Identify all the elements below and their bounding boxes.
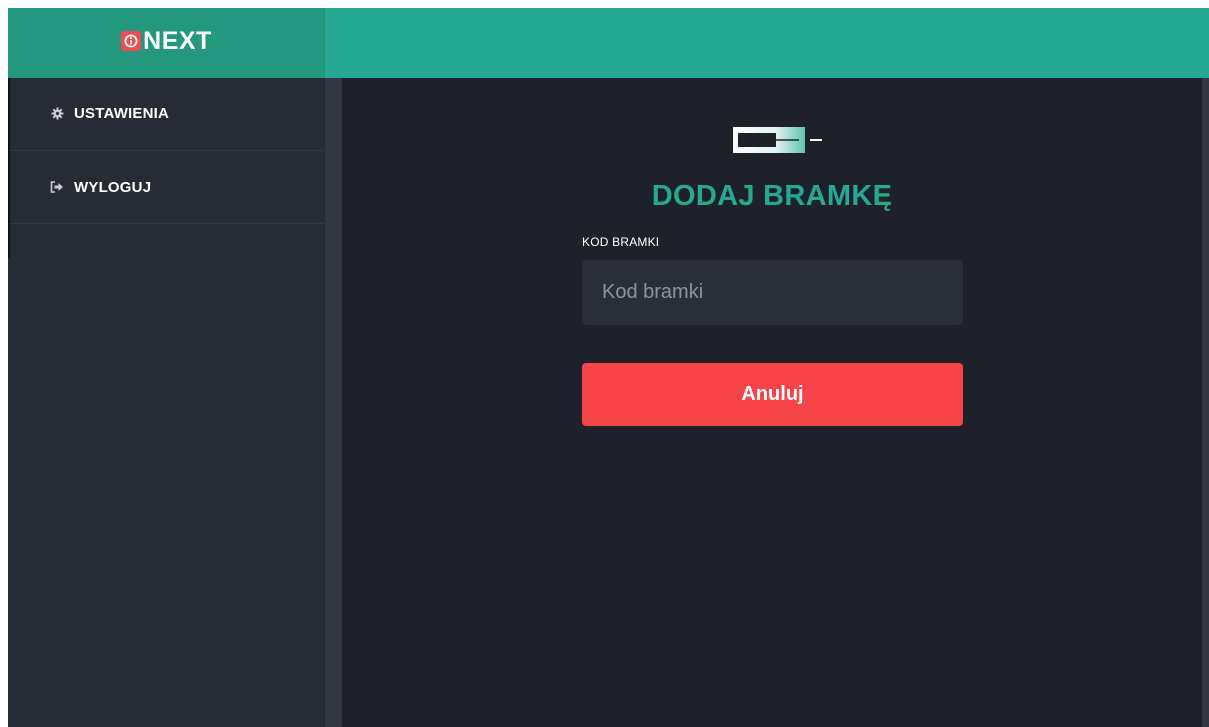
sidebar: USTAWIENIA WYLOGUJ (8, 78, 325, 727)
gateway-device-icon (733, 127, 822, 153)
cancel-button[interactable]: Anuluj (582, 363, 963, 426)
sidebar-edge (8, 78, 10, 258)
sidebar-item-label: USTAWIENIA (74, 104, 170, 122)
gear-icon (50, 106, 64, 120)
logo-text: NEXT (143, 26, 212, 55)
main-content: DODAJ BRAMKĘ KOD BRAMKI Anuluj (342, 78, 1202, 727)
sidebar-item-label: WYLOGUJ (74, 178, 152, 196)
sidebar-gutter (325, 78, 342, 727)
info-badge-icon (121, 31, 142, 51)
page-title: DODAJ BRAMKĘ (651, 180, 893, 212)
top-header: NEXT (8, 8, 1209, 78)
sidebar-item-logout[interactable]: WYLOGUJ (8, 151, 325, 224)
scrollbar-track[interactable] (1202, 78, 1209, 727)
gateway-code-input[interactable] (582, 260, 963, 325)
gateway-code-label: KOD BRAMKI (582, 235, 660, 249)
logo: NEXT (121, 27, 212, 56)
logo-area[interactable]: NEXT (8, 8, 325, 78)
sidebar-item-settings[interactable]: USTAWIENIA (8, 78, 325, 151)
app-window: NEXT USTAWIENIA WYLOGUJ DODAJ BRAMKĘ KOD… (8, 8, 1209, 727)
logout-icon (50, 180, 64, 194)
